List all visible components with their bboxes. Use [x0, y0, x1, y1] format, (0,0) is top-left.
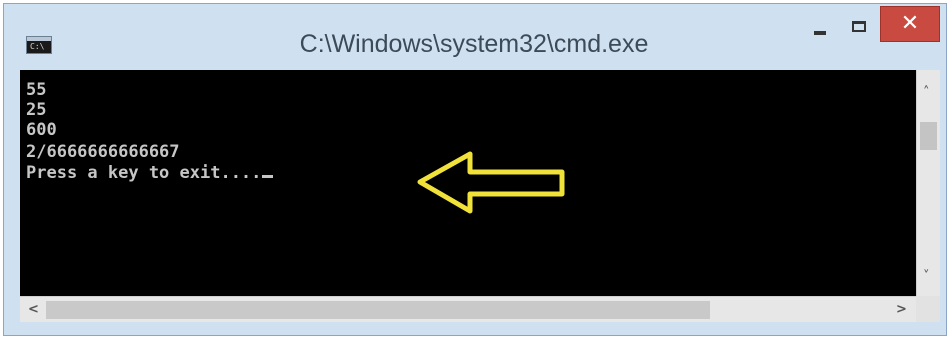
horizontal-scroll-thumb[interactable]	[46, 301, 710, 319]
app-icon-text: C:\	[30, 42, 45, 51]
vertical-scroll-thumb[interactable]	[920, 122, 937, 150]
arrow-outline	[417, 151, 565, 214]
horizontal-scrollbar[interactable]: < >	[20, 296, 916, 322]
window-title: C:\Windows\system32\cmd.exe	[299, 30, 649, 58]
console-prompt-text: Press a key to exit....	[26, 163, 262, 183]
scroll-up-icon[interactable]: ˄	[923, 86, 930, 99]
text-cursor	[262, 175, 274, 178]
title-bar[interactable]: C:\ C:\Windows\system32\cmd.exe ✕	[4, 4, 946, 70]
scroll-left-icon[interactable]: <	[28, 303, 39, 316]
console-line: 2/6666666666667	[26, 142, 180, 162]
scroll-down-icon[interactable]: ˅	[923, 270, 930, 283]
minimize-button[interactable]	[802, 6, 838, 46]
console-line: 25	[26, 100, 47, 120]
scrollbar-corner	[916, 296, 940, 322]
vertical-scrollbar[interactable]: ˄ ˅	[916, 70, 940, 296]
console-output[interactable]: 55 25 600 2/6666666666667 Press a key to…	[20, 70, 916, 296]
app-icon-bar	[27, 37, 51, 41]
console-prompt-line: Press a key to exit....	[26, 163, 274, 183]
cmd-app-icon[interactable]: C:\	[26, 36, 52, 54]
console-line: 600	[26, 120, 57, 140]
cmd-window: C:\ C:\Windows\system32\cmd.exe ✕ 55 25 …	[3, 3, 947, 336]
close-icon: ✕	[900, 11, 920, 36]
close-button[interactable]: ✕	[880, 6, 940, 42]
minimize-icon	[814, 31, 826, 35]
scroll-right-icon[interactable]: >	[896, 303, 907, 316]
maximize-button[interactable]	[838, 6, 880, 46]
maximize-icon	[852, 20, 866, 32]
console-line: 55	[26, 80, 47, 100]
arrow-left-icon	[417, 151, 565, 214]
